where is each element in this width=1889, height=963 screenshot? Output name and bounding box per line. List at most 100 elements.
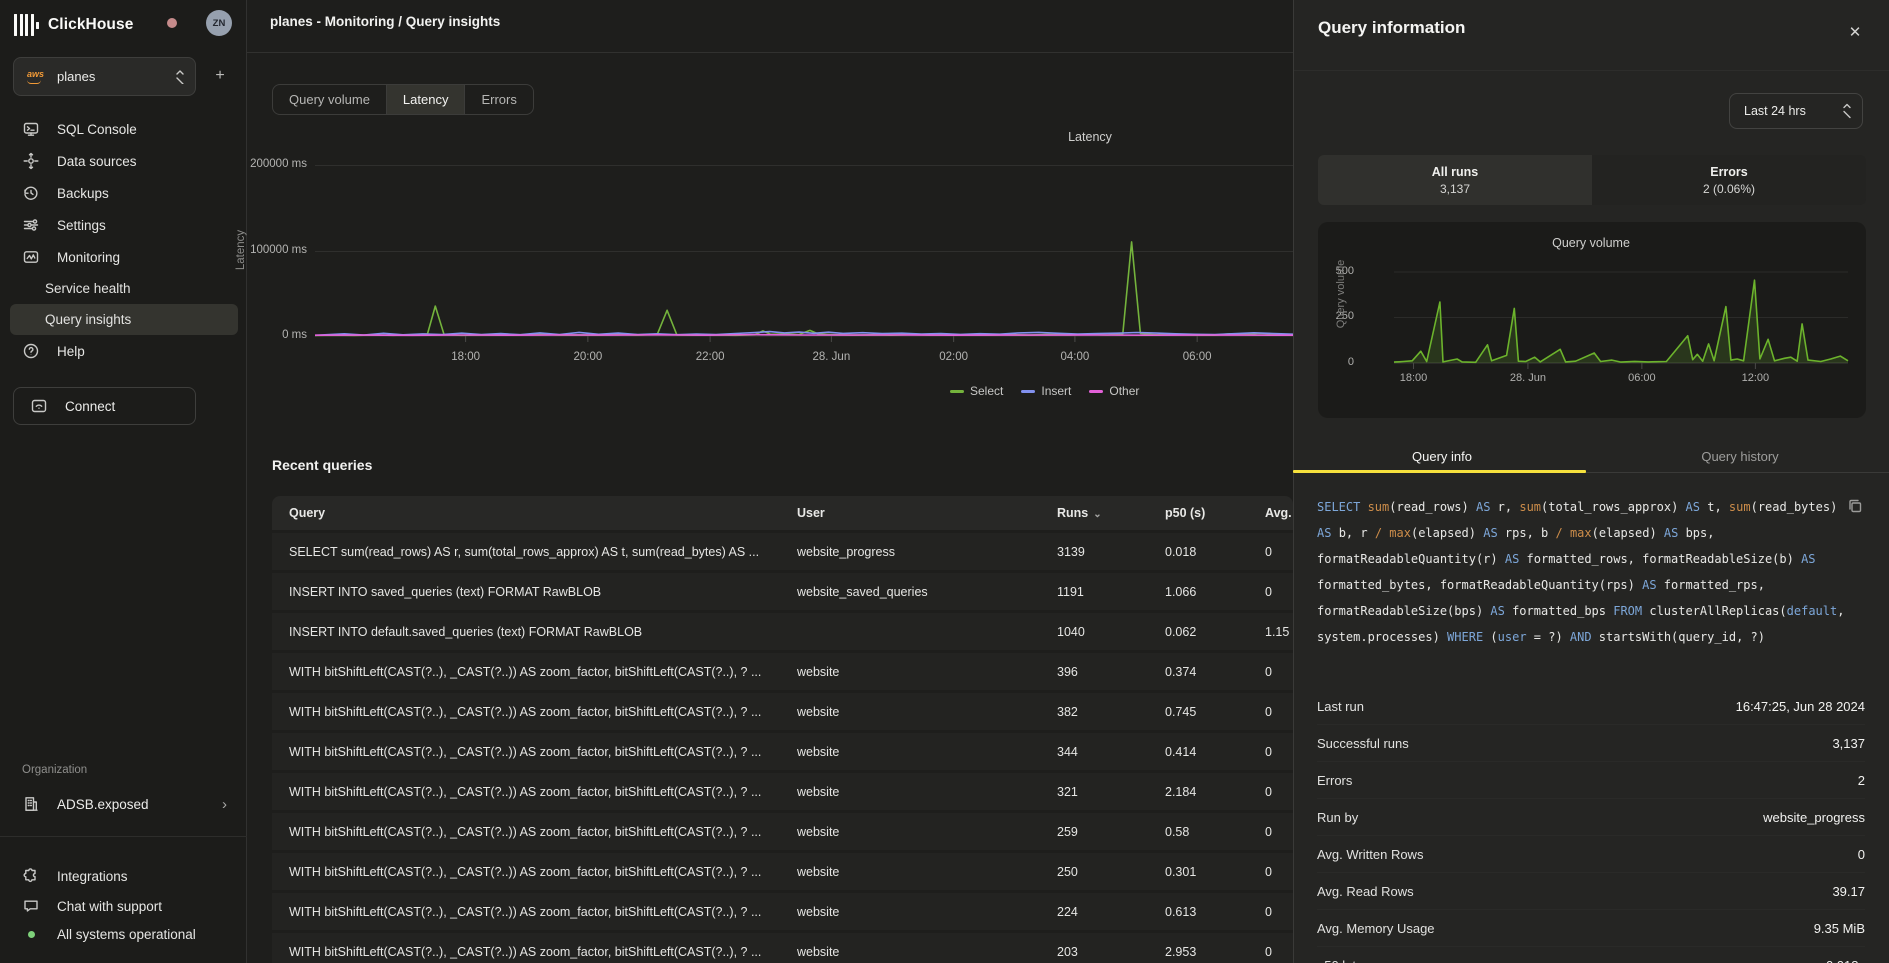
tab-query-history[interactable]: Query history — [1591, 440, 1889, 472]
stat-value: 39.17 — [1832, 884, 1865, 899]
table-row[interactable]: WITH bitShiftLeft(CAST(?..), _CAST(?..))… — [272, 773, 1293, 810]
x-tick-label: 06:00 — [1607, 372, 1677, 384]
sort-chevron-icon: ⌄ — [1093, 509, 1101, 520]
user-avatar[interactable]: ZN — [206, 10, 232, 36]
notification-dot-icon[interactable] — [167, 18, 177, 28]
runs-cell: 344 — [1057, 745, 1165, 759]
stat-label: Avg. Read Rows — [1317, 884, 1414, 899]
sliders-icon — [22, 216, 40, 234]
user-cell: website — [797, 945, 1057, 959]
runs-cell: 3139 — [1057, 545, 1165, 559]
recent-queries-table: Query User Runs⌄ p50 (s) Avg. latency (s… — [272, 496, 1293, 963]
puzzle-icon — [22, 867, 40, 885]
sidebar-item-backups[interactable]: Backups — [0, 177, 247, 209]
runs-cell: 259 — [1057, 825, 1165, 839]
toggle-errors[interactable]: Errors 2 (0.06%) — [1592, 155, 1866, 205]
tab-query-info[interactable]: Query info — [1293, 440, 1591, 472]
insert-series-swatch — [1021, 390, 1035, 393]
user-cell: website — [797, 705, 1057, 719]
p50-cell: 0.745 — [1165, 705, 1265, 719]
stat-value: 2 — [1858, 773, 1865, 788]
x-tick-label: 22:00 — [675, 351, 745, 363]
runs-cell: 1040 — [1057, 625, 1165, 639]
runs-cell: 382 — [1057, 705, 1165, 719]
stat-label: Errors — [1317, 773, 1352, 788]
query-cell: SELECT sum(read_rows) AS r, sum(total_ro… — [289, 545, 797, 559]
table-row[interactable]: WITH bitShiftLeft(CAST(?..), _CAST(?..))… — [272, 813, 1293, 850]
tab-query-volume[interactable]: Query volume — [273, 85, 387, 114]
chart-tabs: Query volume Latency Errors — [272, 84, 534, 115]
tab-latency[interactable]: Latency — [387, 85, 466, 114]
col-p50[interactable]: p50 (s) — [1165, 506, 1265, 520]
copy-icon[interactable] — [1847, 498, 1863, 514]
user-cell: website — [797, 825, 1057, 839]
toggle-all-runs[interactable]: All runs 3,137 — [1318, 155, 1592, 205]
sidebar-item-service-health[interactable]: Service health — [0, 273, 247, 304]
organization-section-label: Organization — [22, 764, 87, 776]
connect-button[interactable]: Connect — [13, 387, 196, 425]
sidebar-item-sql-console[interactable]: SQL Console — [0, 113, 247, 145]
col-runs[interactable]: Runs⌄ — [1057, 506, 1165, 520]
p50-cell: 0.018 — [1165, 545, 1265, 559]
sql-query-code[interactable]: SELECT sum(read_rows) AS r, sum(total_ro… — [1317, 494, 1865, 650]
updown-chevron-icon — [175, 70, 185, 84]
close-icon[interactable]: ✕ — [1845, 22, 1865, 42]
x-tick-label: 02:00 — [919, 351, 989, 363]
legend-select[interactable]: Select — [950, 384, 1003, 398]
table-row[interactable]: INSERT INTO default.saved_queries (text)… — [272, 613, 1293, 650]
help-icon — [22, 342, 40, 360]
query-cell: WITH bitShiftLeft(CAST(?..), _CAST(?..))… — [289, 665, 797, 679]
query-cell: WITH bitShiftLeft(CAST(?..), _CAST(?..))… — [289, 705, 797, 719]
time-range-select[interactable]: Last 24 hrs — [1729, 93, 1863, 129]
select-series-swatch — [950, 390, 964, 393]
table-body: SELECT sum(read_rows) AS r, sum(total_ro… — [272, 533, 1293, 963]
service-selector[interactable]: aws planes — [13, 57, 196, 96]
table-header-row: Query User Runs⌄ p50 (s) Avg. latency (s… — [272, 496, 1293, 530]
sidebar-item-settings[interactable]: Settings — [0, 209, 247, 241]
header-divider — [247, 52, 1293, 53]
logo-text: ClickHouse — [48, 16, 133, 34]
stat-label: Avg. Memory Usage — [1317, 921, 1435, 936]
stat-row: Avg. Read Rows 39.17 — [1317, 873, 1865, 910]
avg-cell: 0 — [1265, 705, 1293, 719]
x-tick-label: 28. Jun — [1493, 372, 1563, 384]
add-service-button[interactable]: + — [210, 66, 230, 86]
sidebar-item-chat-support[interactable]: Chat with support — [0, 891, 247, 921]
table-row[interactable]: WITH bitShiftLeft(CAST(?..), _CAST(?..))… — [272, 693, 1293, 730]
stat-value: 16:47:25, Jun 28 2024 — [1736, 699, 1865, 714]
clickhouse-logo[interactable]: ClickHouse — [14, 11, 133, 39]
chat-bubble-icon — [22, 897, 40, 915]
avg-cell: 1.15 — [1265, 625, 1293, 639]
table-row[interactable]: INSERT INTO saved_queries (text) FORMAT … — [272, 573, 1293, 610]
table-row[interactable]: WITH bitShiftLeft(CAST(?..), _CAST(?..))… — [272, 733, 1293, 770]
x-tick-label: 18:00 — [1379, 372, 1449, 384]
table-row[interactable]: SELECT sum(read_rows) AS r, sum(total_ro… — [272, 533, 1293, 570]
y-tick-200000: 200000 ms — [200, 158, 307, 170]
x-tick-label: 12:00 — [1720, 372, 1790, 384]
legend-other[interactable]: Other — [1089, 384, 1139, 398]
user-cell: website — [797, 785, 1057, 799]
stat-row: Last run 16:47:25, Jun 28 2024 — [1317, 688, 1865, 725]
organization-switcher[interactable]: ADSB.exposed › — [0, 788, 247, 820]
x-tick-label: 06:00 — [1162, 351, 1232, 363]
user-cell: website_progress — [797, 545, 1057, 559]
tab-errors[interactable]: Errors — [465, 85, 532, 114]
col-avg[interactable]: Avg. latency (s) — [1265, 506, 1293, 520]
system-status[interactable]: All systems operational — [0, 919, 247, 949]
service-name: planes — [57, 69, 175, 84]
recent-queries-title: Recent queries — [272, 457, 372, 473]
query-cell: WITH bitShiftLeft(CAST(?..), _CAST(?..))… — [289, 865, 797, 879]
table-row[interactable]: WITH bitShiftLeft(CAST(?..), _CAST(?..))… — [272, 653, 1293, 690]
latency-chart[interactable] — [315, 150, 1293, 346]
query-cell: WITH bitShiftLeft(CAST(?..), _CAST(?..))… — [289, 745, 797, 759]
legend-insert[interactable]: Insert — [1021, 384, 1071, 398]
table-row[interactable]: WITH bitShiftLeft(CAST(?..), _CAST(?..))… — [272, 853, 1293, 890]
p50-cell: 0.374 — [1165, 665, 1265, 679]
table-row[interactable]: WITH bitShiftLeft(CAST(?..), _CAST(?..))… — [272, 893, 1293, 930]
table-row[interactable]: WITH bitShiftLeft(CAST(?..), _CAST(?..))… — [272, 933, 1293, 963]
sidebar-item-integrations[interactable]: Integrations — [0, 861, 247, 891]
query-cell: WITH bitShiftLeft(CAST(?..), _CAST(?..))… — [289, 785, 797, 799]
stat-row: Errors 2 — [1317, 762, 1865, 799]
volume-y-axis-label: Query volume — [1335, 249, 1347, 339]
query-volume-chart[interactable] — [1362, 260, 1856, 376]
